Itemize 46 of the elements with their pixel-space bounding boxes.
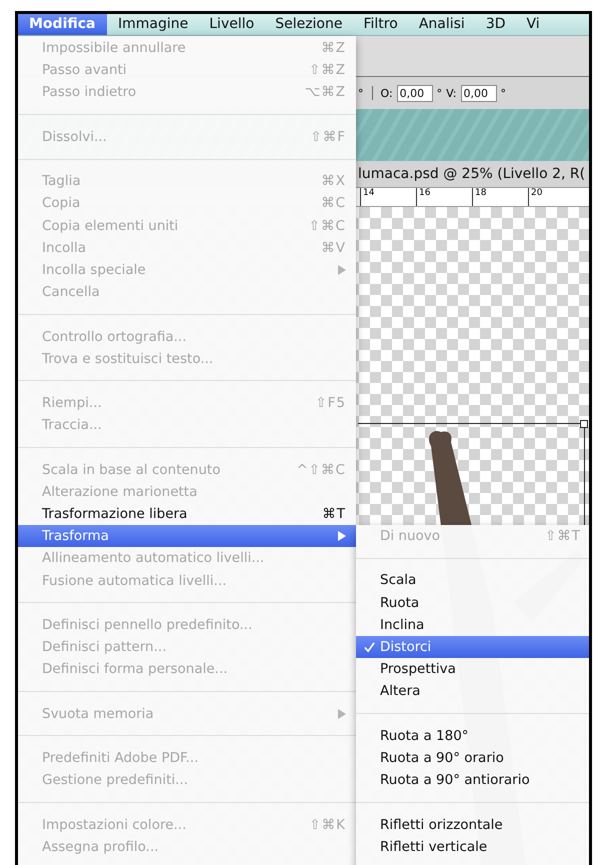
ruler-number: 20 [528,188,584,206]
field-label: V: [446,86,457,100]
shortcut-label: ⇧⌘F [310,128,346,145]
shortcut-label: ⇧F5 [315,395,346,412]
menu-bar-item[interactable]: Selezione [264,14,352,35]
shortcut-label: ⌘Z [321,40,346,56]
shortcut-label: ⌘T [322,506,346,522]
field-label: O: [380,86,393,100]
menu-item[interactable]: Ruota a 90° orario [356,746,589,770]
shortcut-label: ⇧⌘Z [308,62,346,78]
menu-bar-item[interactable]: Analisi [408,14,475,35]
menu-item[interactable]: Ruota a 180° [356,724,589,747]
number-field[interactable]: 0,00 [396,84,433,102]
shortcut-label: ⌥⌘Z [304,84,346,100]
shortcut-label: ^⇧⌘C [296,462,346,478]
menu-item[interactable]: Ruota [356,592,589,614]
menu-item[interactable]: Scala [356,569,589,592]
menu-bar-item[interactable]: 3D [474,14,516,35]
shortcut-label: ⌘X [321,173,346,190]
menu-item[interactable]: Prospettiva [356,658,589,680]
menu-bar-item[interactable]: Immagine [107,14,198,35]
menu-bar-item[interactable]: Filtro [352,14,408,35]
menu-item[interactable]: Trasformazione libera ⌘T [18,502,356,526]
unit-label: ° [500,86,506,100]
menu-bar-item[interactable]: Modifica [18,14,107,35]
ruler-number: 14 [360,188,416,206]
shortcut-label: ⇧⌘T [544,528,581,544]
ruler-number: 18 [472,188,528,206]
menu-item[interactable]: Rifletti orizzontale [356,813,589,836]
shortcut-label: ⇧⌘K [309,816,346,833]
unit-label: ° [436,86,442,100]
ruler-number: 16 [416,188,472,206]
menu-item[interactable]: Inclina [356,614,589,636]
menu-item[interactable]: Rifletti verticale [356,836,589,858]
shortcut-label: ⌘C [321,195,346,212]
menu-item[interactable]: Trasforma [18,525,356,548]
unit-label: ° [358,86,364,100]
transform-handle[interactable] [580,420,588,428]
shortcut-label: ⇧⌘C [308,218,346,234]
menu-item[interactable]: Ruota a 90° antiorario [356,769,589,792]
menu-bar-item[interactable]: Livello [198,14,264,35]
menu-item[interactable]: Distorci [356,636,589,658]
menu-item[interactable]: Altera [356,680,589,702]
shortcut-label: ⌘V [321,240,346,256]
menu-bar-item[interactable]: Vi [516,14,550,35]
number-field[interactable]: 0,00 [460,84,497,102]
